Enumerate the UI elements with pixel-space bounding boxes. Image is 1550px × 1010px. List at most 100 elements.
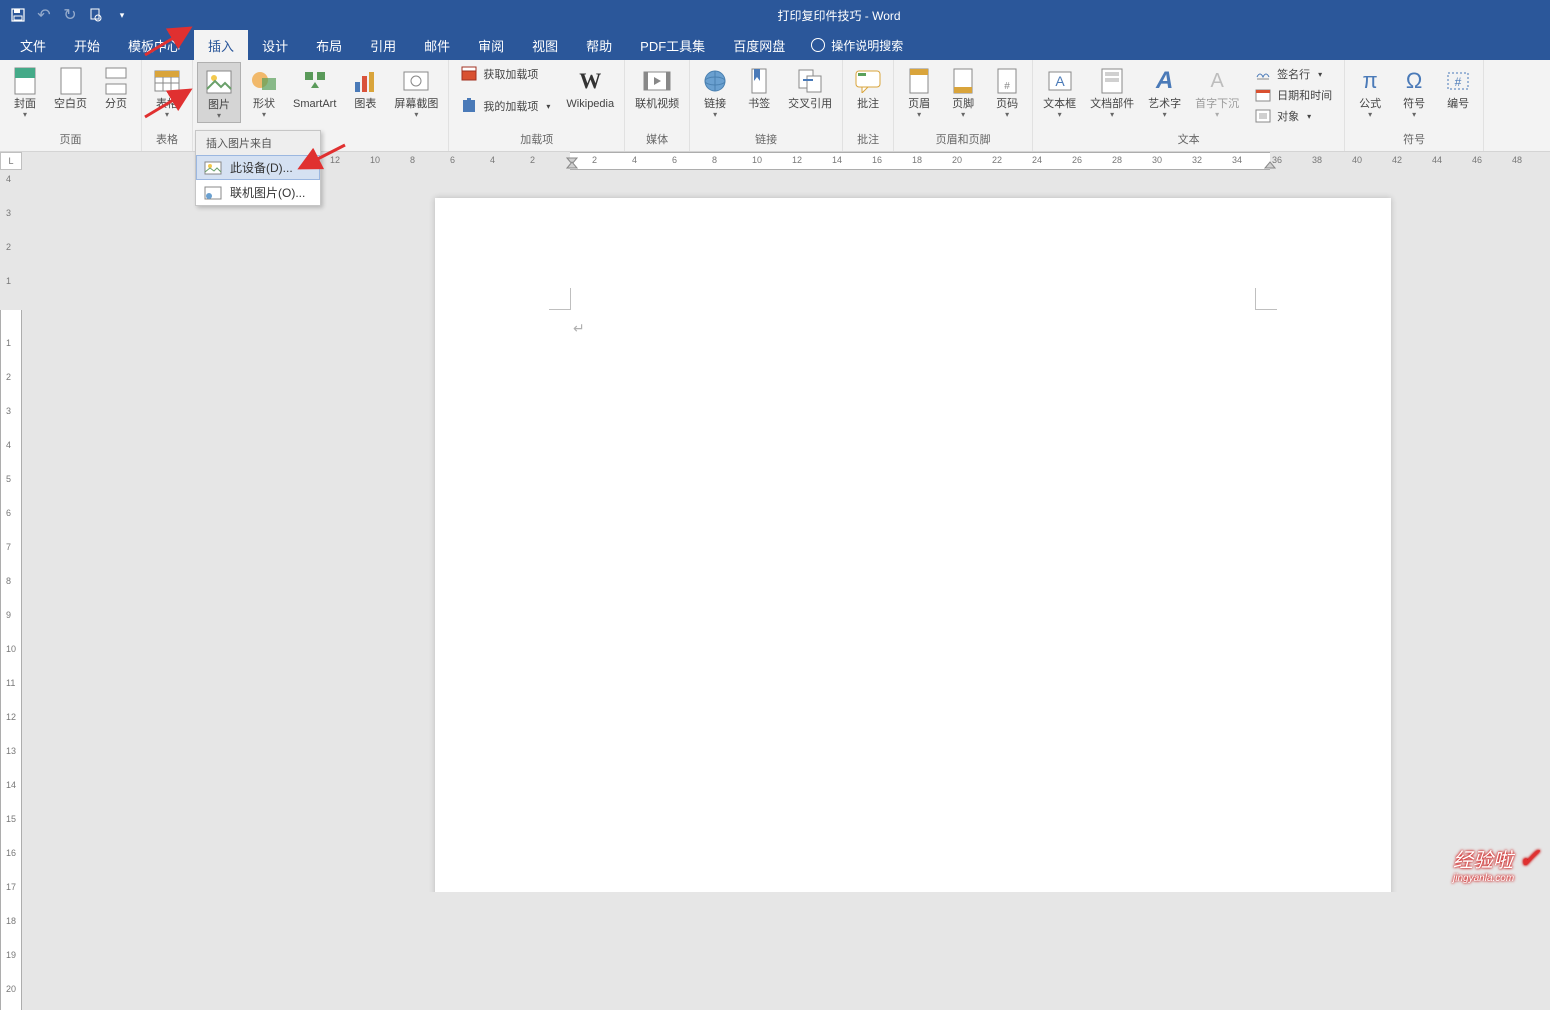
datetime-button[interactable]: 日期和时间 <box>1251 85 1336 105</box>
cover-page-button[interactable]: 封面▾ <box>4 62 46 121</box>
ruler-tick: 3 <box>6 406 11 416</box>
ruler-tick: 9 <box>6 610 11 620</box>
equation-icon: π <box>1355 66 1385 96</box>
window-title: 打印复印件技巧 - Word <box>134 7 1544 24</box>
number-button[interactable]: # 编号 <box>1437 62 1479 113</box>
group-label-comments: 批注 <box>847 129 889 151</box>
tab-baidudisk[interactable]: 百度网盘 <box>719 30 799 60</box>
ruler-tick: 4 <box>6 440 11 450</box>
ruler-tick: 28 <box>1112 155 1122 165</box>
save-button[interactable] <box>6 3 30 27</box>
tab-template[interactable]: 模板中心 <box>114 30 194 60</box>
wikipedia-button[interactable]: W Wikipedia <box>560 62 620 113</box>
page[interactable]: ↵ <box>435 198 1391 892</box>
cross-reference-button[interactable]: 交叉引用 <box>782 62 838 113</box>
group-label-pages: 页面 <box>4 129 137 151</box>
ruler-tick: 22 <box>992 155 1002 165</box>
comment-icon <box>853 66 883 96</box>
shapes-button[interactable]: 形状▾ <box>243 62 285 121</box>
page-number-button[interactable]: # 页码▾ <box>986 62 1028 121</box>
signature-line-button[interactable]: 签名行▾ <box>1251 64 1336 84</box>
pagenumber-icon: # <box>992 66 1022 96</box>
footer-button[interactable]: 页脚▾ <box>942 62 984 121</box>
page-break-button[interactable]: 分页 <box>95 62 137 113</box>
tell-me-search[interactable]: 操作说明搜索 <box>799 30 915 60</box>
ruler-tick: 2 <box>6 372 11 382</box>
object-icon <box>1255 108 1271 124</box>
store-icon <box>461 66 477 82</box>
lightbulb-icon <box>811 38 825 52</box>
shapes-icon <box>249 66 279 96</box>
insert-from-device[interactable]: 此设备(D)... <box>196 155 320 180</box>
preview-button[interactable] <box>84 3 108 27</box>
screenshot-button[interactable]: 屏幕截图▾ <box>388 62 444 121</box>
tab-pdftools[interactable]: PDF工具集 <box>626 30 719 60</box>
ruler-tick: 12 <box>792 155 802 165</box>
tab-insert[interactable]: 插入 <box>194 30 248 60</box>
margin-mark-tr <box>1255 288 1277 310</box>
online-video-button[interactable]: 联机视频 <box>629 62 685 113</box>
undo-button[interactable]: ↶ <box>32 3 56 27</box>
insert-online-picture[interactable]: 联机图片(O)... <box>196 180 320 205</box>
ruler-tick: 18 <box>6 916 16 926</box>
tab-mailings[interactable]: 邮件 <box>410 30 464 60</box>
tab-review[interactable]: 审阅 <box>464 30 518 60</box>
dropdown-header: 插入图片来自 <box>196 131 320 155</box>
symbol-button[interactable]: Ω 符号▾ <box>1393 62 1435 121</box>
tab-help[interactable]: 帮助 <box>572 30 626 60</box>
blank-page-button[interactable]: 空白页 <box>48 62 93 113</box>
group-label-links: 链接 <box>694 129 838 151</box>
header-button[interactable]: 页眉▾ <box>898 62 940 121</box>
ruler-tick: 32 <box>1192 155 1202 165</box>
object-button[interactable]: 对象▾ <box>1251 106 1336 126</box>
tab-view[interactable]: 视图 <box>518 30 572 60</box>
comment-button[interactable]: 批注 <box>847 62 889 113</box>
screenshot-icon <box>401 66 431 96</box>
tab-references[interactable]: 引用 <box>356 30 410 60</box>
group-label-addins: 加载项 <box>453 129 620 151</box>
ruler-tick: 10 <box>752 155 762 165</box>
textbox-button[interactable]: A 文本框▾ <box>1037 62 1082 121</box>
wordart-button[interactable]: A 艺术字▾ <box>1142 62 1187 121</box>
equation-button[interactable]: π 公式▾ <box>1349 62 1391 121</box>
ruler-tick: 16 <box>872 155 882 165</box>
ruler-tick: 4 <box>490 155 495 165</box>
quickparts-icon <box>1097 66 1127 96</box>
ruler-tick: 20 <box>952 155 962 165</box>
ruler-tick: 44 <box>1432 155 1442 165</box>
get-addins-button[interactable]: 获取加载项 <box>457 64 554 84</box>
bookmark-button[interactable]: 书签 <box>738 62 780 113</box>
smartart-button[interactable]: SmartArt <box>287 62 342 113</box>
picture-button[interactable]: 图片▾ <box>197 62 241 123</box>
ruler-tick: 6 <box>6 508 11 518</box>
ruler-tick: 10 <box>370 155 380 165</box>
dropcap-button[interactable]: A 首字下沉▾ <box>1189 62 1245 121</box>
group-label-headerfooter: 页眉和页脚 <box>898 129 1028 151</box>
number-icon: # <box>1443 66 1473 96</box>
tab-layout[interactable]: 布局 <box>302 30 356 60</box>
quickparts-button[interactable]: 文档部件▾ <box>1084 62 1140 121</box>
symbol-icon: Ω <box>1399 66 1429 96</box>
indent-marker-bottom[interactable] <box>566 160 578 170</box>
tab-design[interactable]: 设计 <box>248 30 302 60</box>
online-picture-icon <box>204 185 222 201</box>
document-area[interactable]: ↵ <box>22 170 1550 892</box>
ruler-tick: 6 <box>672 155 677 165</box>
chart-icon <box>350 66 380 96</box>
ruler-tick: 16 <box>6 848 16 858</box>
tab-file[interactable]: 文件 <box>6 30 60 60</box>
tab-home[interactable]: 开始 <box>60 30 114 60</box>
chart-button[interactable]: 图表 <box>344 62 386 113</box>
my-addins-button[interactable]: 我的加载项▾ <box>457 96 554 116</box>
table-button[interactable]: 表格▾ <box>146 62 188 121</box>
picture-icon <box>204 67 234 97</box>
ruler-tick: 18 <box>912 155 922 165</box>
right-indent-marker[interactable] <box>1264 160 1276 170</box>
link-button[interactable]: 链接▾ <box>694 62 736 121</box>
redo-button[interactable]: ↻ <box>58 3 82 27</box>
vertical-ruler[interactable]: 43211234567891011121314151617181920 <box>0 170 22 892</box>
qat-customize[interactable]: ▾ <box>110 3 134 27</box>
ruler-tick: 24 <box>1032 155 1042 165</box>
insert-picture-menu: 插入图片来自 此设备(D)... 联机图片(O)... <box>195 130 321 206</box>
ruler-tick: 2 <box>592 155 597 165</box>
